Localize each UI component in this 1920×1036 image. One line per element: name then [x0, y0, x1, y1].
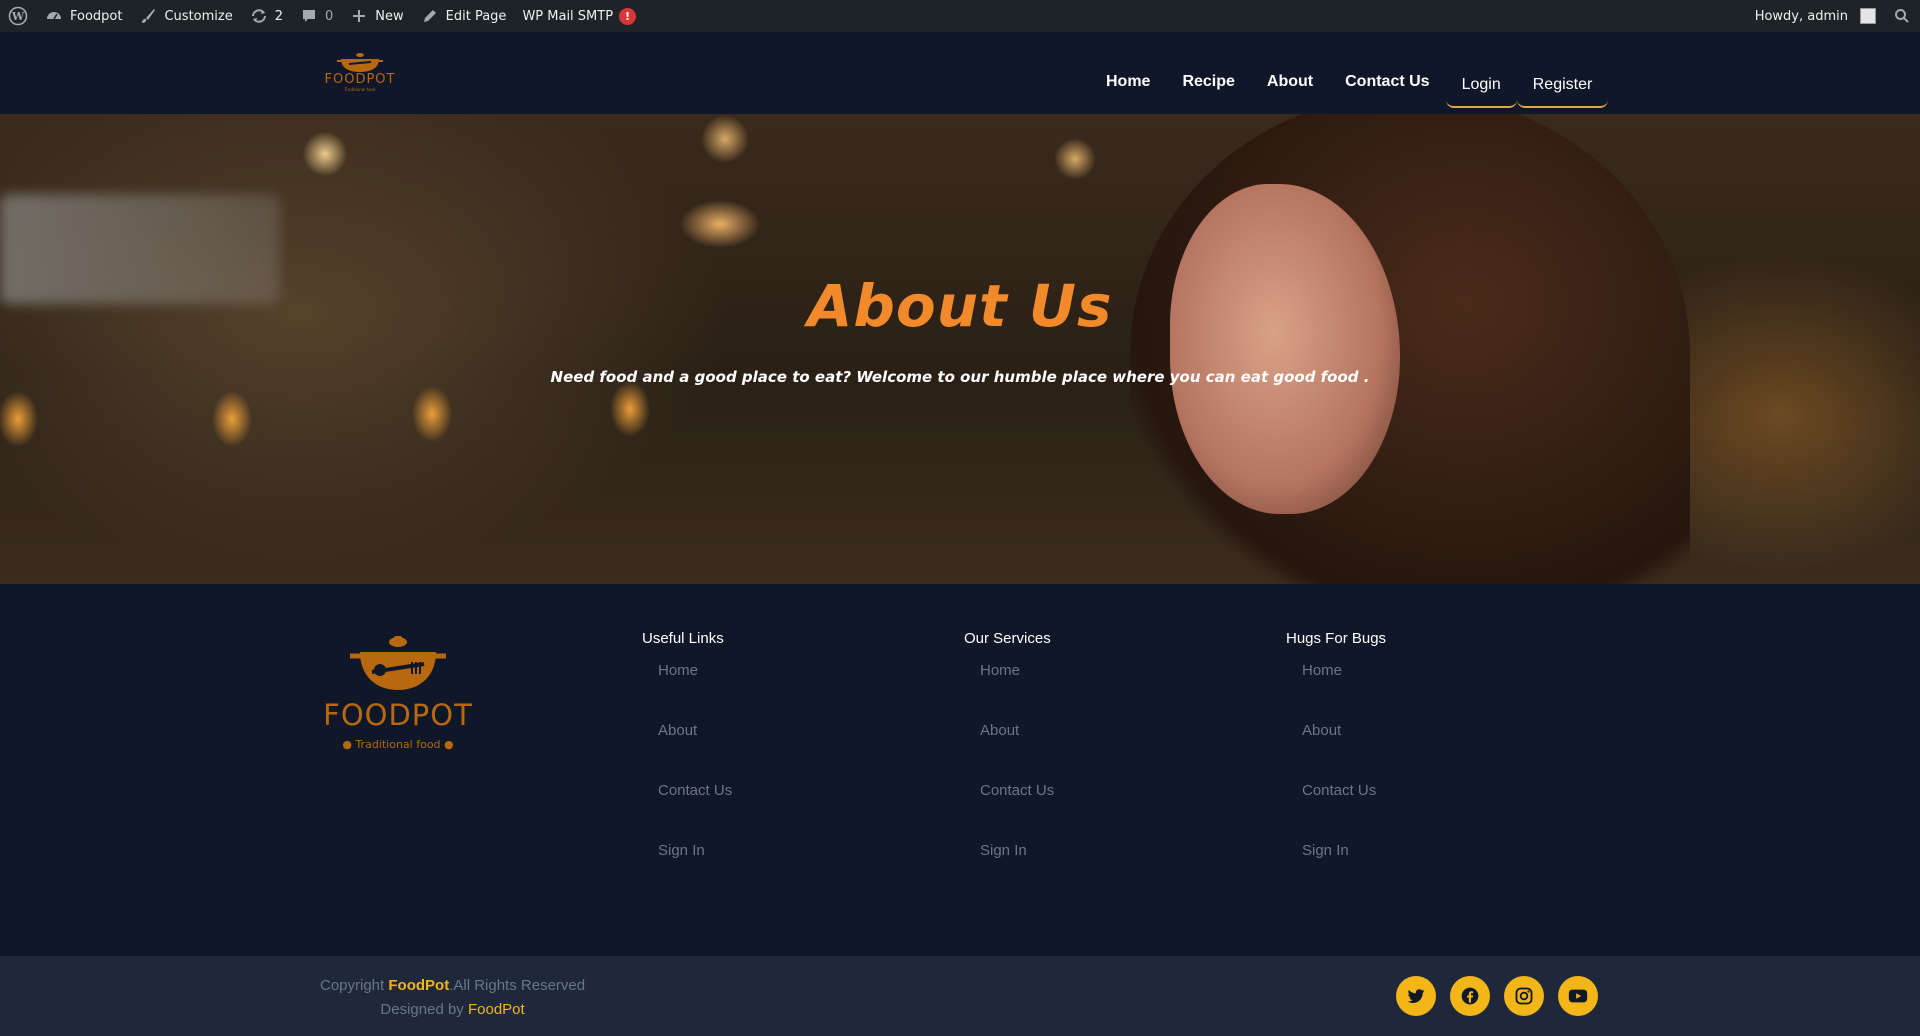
- copyright-prefix: Copyright: [320, 977, 385, 994]
- logo-tagline: Traditional food: [344, 87, 376, 92]
- logo-wordmark: FOODPOT: [324, 72, 396, 87]
- designer-link[interactable]: FoodPot: [468, 1001, 525, 1018]
- instagram-icon: [1515, 987, 1533, 1005]
- footer-column-title: Useful Links: [642, 630, 724, 647]
- updates-count: 2: [274, 8, 284, 24]
- search-icon: [1892, 6, 1912, 26]
- customize-label: Customize: [164, 8, 233, 24]
- copyright-rights: .All Rights Reserved: [449, 977, 586, 994]
- wp-admin-bar: W Foodpot Customize 2 0 New Edit Page WP…: [0, 0, 1920, 32]
- register-button[interactable]: Register: [1516, 64, 1609, 108]
- site-logo[interactable]: FOODPOT Traditional food: [318, 50, 402, 98]
- edit-page-label: Edit Page: [445, 8, 507, 24]
- pencil-icon: [420, 6, 440, 26]
- copyright-notice: Copyright FoodPot.All Rights Reserved De…: [320, 974, 585, 1022]
- site-name-label: Foodpot: [70, 8, 123, 24]
- updates-link[interactable]: 2: [241, 0, 291, 32]
- footer-link-sign-in[interactable]: Sign In: [658, 841, 732, 901]
- footer-column-useful-links: Useful Links Home About Contact Us Sign …: [642, 630, 732, 901]
- site-footer: FOODPOT ● Traditional food ● Useful Link…: [0, 584, 1920, 956]
- footer-logo-wordmark: FOODPOT: [323, 698, 473, 732]
- footer-bottom-bar: Copyright FoodPot.All Rights Reserved De…: [0, 956, 1920, 1036]
- footer-column-title: Our Services: [964, 630, 1051, 647]
- login-button[interactable]: Login: [1445, 64, 1517, 108]
- nav-about[interactable]: About: [1251, 64, 1329, 100]
- update-icon: [249, 6, 269, 26]
- footer-link-sign-in[interactable]: Sign In: [1302, 841, 1386, 901]
- facebook-icon: [1461, 987, 1479, 1005]
- wordpress-icon: W: [8, 6, 28, 26]
- hero-subtitle: Need food and a good place to eat? Welco…: [550, 368, 1370, 386]
- comments-count: 0: [325, 8, 334, 24]
- smtp-alert-badge: !: [619, 7, 637, 25]
- footer-link-home[interactable]: Home: [980, 661, 1054, 721]
- footer-link-contact-us[interactable]: Contact Us: [1302, 781, 1386, 841]
- footer-link-about[interactable]: About: [980, 721, 1054, 781]
- nav-contact-us[interactable]: Contact Us: [1329, 64, 1445, 100]
- footer-column-hugs-for-bugs: Hugs For Bugs Home About Contact Us Sign…: [1286, 630, 1386, 901]
- footer-link-home[interactable]: Home: [658, 661, 732, 721]
- footer-column-our-services: Our Services Home About Contact Us Sign …: [964, 630, 1054, 901]
- page-title: About Us: [807, 272, 1113, 340]
- footer-column-title: Hugs For Bugs: [1286, 630, 1387, 647]
- copyright-brand-link[interactable]: FoodPot: [388, 977, 449, 994]
- cooking-pot-icon: [337, 53, 383, 72]
- plus-icon: [349, 6, 369, 26]
- twitter-icon: [1407, 989, 1425, 1003]
- nav-recipe[interactable]: Recipe: [1166, 64, 1250, 100]
- wp-mail-smtp-menu[interactable]: WP Mail SMTP !: [514, 0, 644, 32]
- nav-home[interactable]: Home: [1090, 64, 1166, 100]
- edit-page-link[interactable]: Edit Page: [412, 0, 515, 32]
- designed-by-label: Designed by: [380, 1001, 464, 1018]
- footer-link-contact-us[interactable]: Contact Us: [980, 781, 1054, 841]
- wp-mail-smtp-label: WP Mail SMTP: [522, 8, 614, 24]
- avatar: [1860, 8, 1876, 24]
- my-account-menu[interactable]: Howdy, admin: [1747, 0, 1884, 32]
- footer-link-home[interactable]: Home: [1302, 661, 1386, 721]
- social-links: [1396, 976, 1598, 1016]
- comment-icon: [299, 6, 319, 26]
- svg-text:W: W: [11, 10, 25, 23]
- new-content-menu[interactable]: New: [341, 0, 411, 32]
- site-name-menu[interactable]: Foodpot: [36, 0, 130, 32]
- instagram-link[interactable]: [1504, 976, 1544, 1016]
- youtube-link[interactable]: [1558, 976, 1598, 1016]
- admin-search[interactable]: [1884, 0, 1920, 32]
- dashboard-icon: [44, 6, 64, 26]
- comments-link[interactable]: 0: [291, 0, 341, 32]
- cooking-pot-icon: [350, 636, 446, 690]
- main-nav: Home Recipe About Contact Us Login Regis…: [1090, 56, 1609, 108]
- twitter-link[interactable]: [1396, 976, 1436, 1016]
- youtube-icon: [1568, 989, 1588, 1003]
- brush-icon: [138, 6, 158, 26]
- howdy-label: Howdy, admin: [1754, 8, 1848, 24]
- footer-logo-tagline: ● Traditional food ●: [342, 738, 454, 751]
- footer-logo[interactable]: FOODPOT ● Traditional food ●: [318, 634, 478, 751]
- new-label: New: [375, 8, 404, 24]
- footer-link-contact-us[interactable]: Contact Us: [658, 781, 732, 841]
- wp-logo-menu[interactable]: W: [0, 0, 36, 32]
- footer-link-about[interactable]: About: [1302, 721, 1386, 781]
- facebook-link[interactable]: [1450, 976, 1490, 1016]
- footer-link-about[interactable]: About: [658, 721, 732, 781]
- customize-link[interactable]: Customize: [130, 0, 240, 32]
- footer-link-sign-in[interactable]: Sign In: [980, 841, 1054, 901]
- site-header: FOODPOT Traditional food Home Recipe Abo…: [0, 32, 1920, 114]
- about-hero: About Us Need food and a good place to e…: [0, 114, 1920, 584]
